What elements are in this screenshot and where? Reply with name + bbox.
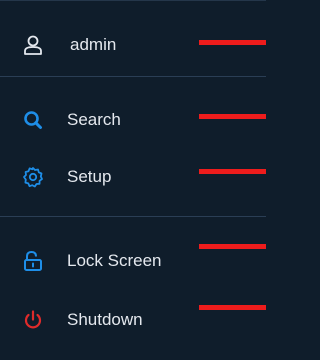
menu-item-label: Setup: [67, 167, 112, 186]
power-icon: [22, 309, 44, 331]
highlight-marker: [199, 305, 266, 310]
menu-item-admin[interactable]: admin: [0, 28, 266, 62]
menu-item-label: Shutdown: [67, 310, 143, 329]
menu-divider: [0, 76, 266, 77]
side-menu: admin Search Setup Lock Screen Shutdown: [0, 0, 266, 360]
menu-item-setup[interactable]: Setup: [0, 160, 266, 194]
menu-item-label: Lock Screen: [67, 251, 162, 270]
user-icon: [22, 34, 44, 56]
menu-item-label: admin: [70, 35, 117, 54]
menu-item-label: Search: [67, 110, 121, 129]
menu-item-shutdown[interactable]: Shutdown: [0, 303, 266, 337]
menu-divider: [0, 216, 266, 217]
unlock-icon: [22, 250, 44, 272]
menu-item-search[interactable]: Search: [0, 103, 266, 137]
highlight-marker: [199, 40, 266, 45]
gear-icon: [22, 166, 44, 188]
search-icon: [22, 109, 44, 131]
highlight-marker: [199, 114, 266, 119]
highlight-marker: [199, 169, 266, 174]
menu-item-lock-screen[interactable]: Lock Screen: [0, 244, 266, 278]
highlight-marker: [199, 244, 266, 249]
